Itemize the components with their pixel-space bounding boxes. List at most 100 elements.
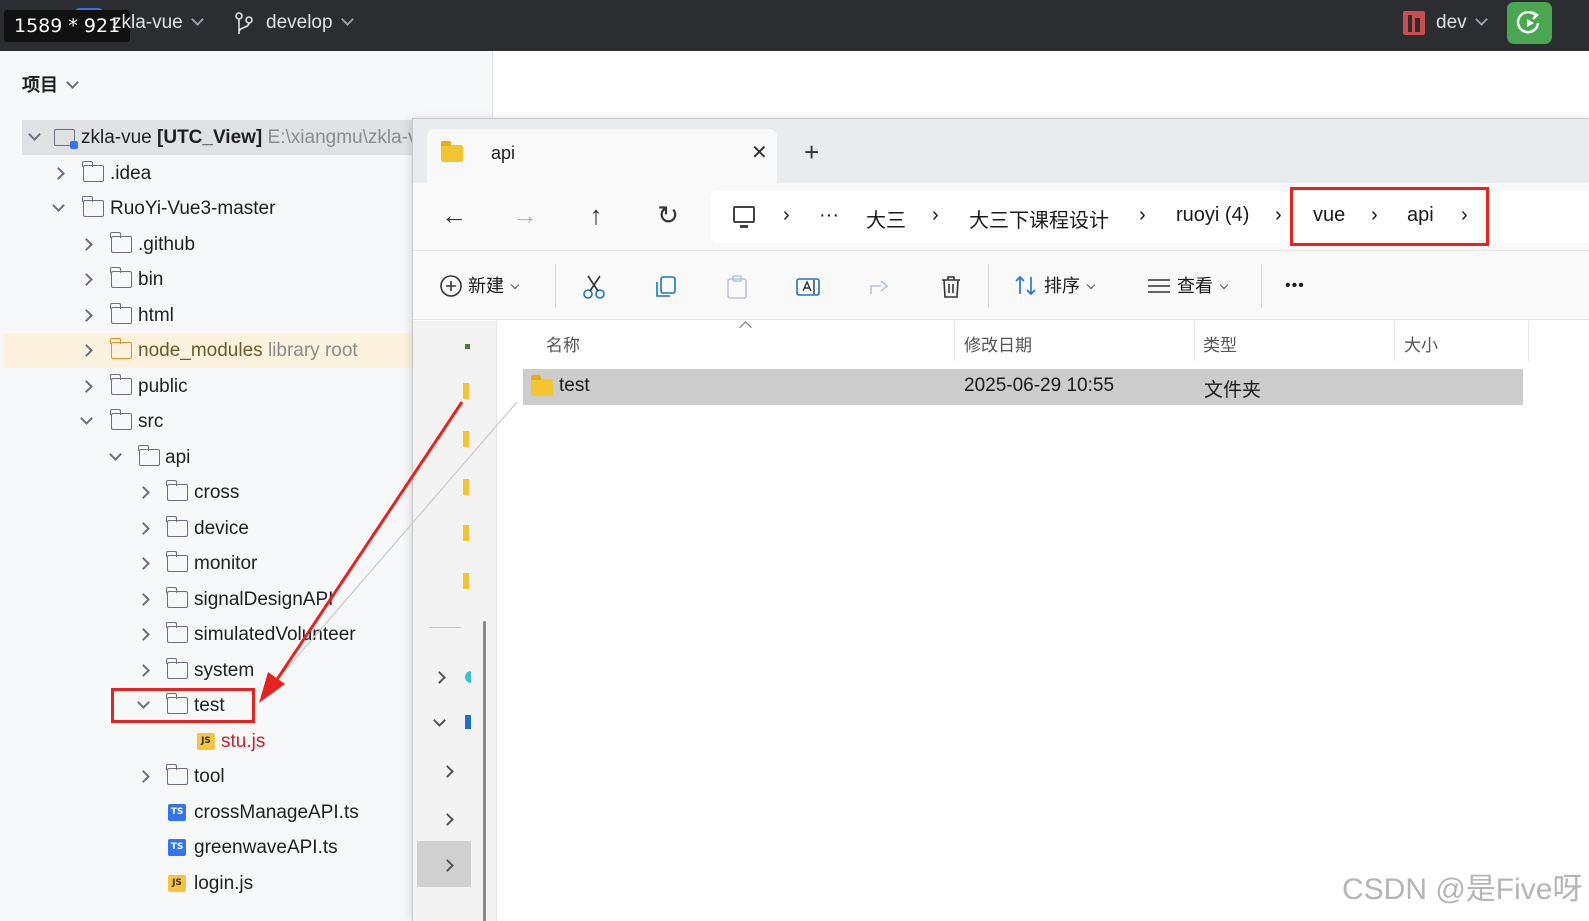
- chevron-down-icon[interactable]: [109, 448, 122, 461]
- tree-item-login-js[interactable]: JS login.js: [4, 866, 412, 901]
- more-options-button[interactable]: •••: [1285, 272, 1305, 300]
- paste-icon[interactable]: [724, 274, 750, 300]
- chevron-right-icon[interactable]: [80, 380, 93, 393]
- nav-folder-icon[interactable]: [463, 525, 469, 541]
- column-header-type[interactable]: 类型: [1203, 331, 1237, 356]
- nav-cloud-icon[interactable]: [465, 671, 471, 683]
- breadcrumb-item[interactable]: 大三下课程设计: [969, 204, 1109, 233]
- tree-item-cross[interactable]: cross: [4, 475, 412, 510]
- chevron-right-icon[interactable]: [137, 557, 150, 570]
- breadcrumb-item[interactable]: ruoyi (4): [1176, 204, 1249, 227]
- chevron-right-icon[interactable]: [80, 273, 93, 286]
- nav-pc-icon[interactable]: [465, 715, 471, 729]
- tree-item-tool[interactable]: tool: [4, 759, 412, 794]
- chevron-right-icon[interactable]: [137, 486, 150, 499]
- module-folder-icon: [54, 129, 78, 149]
- chevron-down-icon: [1219, 280, 1229, 290]
- column-divider[interactable]: [1194, 321, 1195, 361]
- project-panel-header[interactable]: 项目: [22, 71, 79, 97]
- nav-item-icon[interactable]: [465, 344, 470, 349]
- breadcrumb-separator[interactable]: ›: [1275, 204, 1282, 227]
- chevron-right-icon[interactable]: [137, 593, 150, 606]
- tree-item-crossmanageapi-ts[interactable]: TS crossManageAPI.ts: [4, 795, 412, 830]
- view-button[interactable]: 查看: [1146, 272, 1229, 300]
- nav-folder-icon[interactable]: [463, 431, 469, 447]
- tree-item-greenwaveapi-ts[interactable]: TS greenwaveAPI.ts: [4, 830, 412, 865]
- column-divider[interactable]: [1528, 321, 1529, 361]
- chevron-right-icon[interactable]: [80, 238, 93, 251]
- tree-item-github[interactable]: .github: [4, 227, 412, 262]
- sort-button[interactable]: 排序: [1013, 272, 1096, 300]
- chevron-right-icon[interactable]: [80, 344, 93, 357]
- chevron-right-icon[interactable]: [52, 167, 65, 180]
- project-selector[interactable]: zkla-vue: [112, 12, 204, 34]
- breadcrumb-separator[interactable]: ›: [783, 204, 790, 227]
- tree-item-public[interactable]: public: [4, 369, 412, 404]
- tree-item-label: login.js: [194, 873, 254, 894]
- nav-folder-icon[interactable]: [463, 479, 469, 495]
- nav-folder-icon[interactable]: [463, 383, 469, 399]
- branch-selector[interactable]: develop: [266, 12, 354, 34]
- tab-title: api: [491, 143, 516, 163]
- breadcrumb-overflow-button[interactable]: ···: [819, 204, 839, 227]
- breadcrumb-separator[interactable]: ›: [932, 204, 939, 227]
- folder-icon: [110, 267, 132, 288]
- tree-item-system[interactable]: system: [4, 653, 412, 688]
- share-icon[interactable]: [867, 274, 893, 300]
- breadcrumb-separator[interactable]: ›: [1139, 204, 1146, 227]
- chevron-right-icon[interactable]: [137, 628, 150, 641]
- run-config-selector[interactable]: dev: [1436, 12, 1488, 34]
- up-button[interactable]: ↑: [581, 197, 611, 233]
- nav-scrollbar[interactable]: [483, 621, 486, 921]
- tree-item-bin[interactable]: bin: [4, 262, 412, 297]
- nav-folder-icon[interactable]: [463, 573, 469, 589]
- refresh-button[interactable]: ↻: [653, 197, 683, 233]
- this-pc-icon[interactable]: [733, 206, 755, 228]
- tree-item-signaldesignapi[interactable]: signalDesignAPI: [4, 582, 412, 617]
- new-tab-button[interactable]: +: [804, 139, 819, 165]
- column-header-size[interactable]: 大小: [1404, 331, 1438, 356]
- tree-item-simulatedvolunteer[interactable]: simulatedVolunteer: [4, 617, 412, 652]
- tree-item-api[interactable]: api: [4, 440, 412, 475]
- file-row[interactable]: test 2025-06-29 10:55 文件夹: [523, 369, 1523, 405]
- chevron-down-icon[interactable]: [80, 412, 93, 425]
- copy-icon[interactable]: [653, 274, 679, 300]
- explorer-tab[interactable]: api ✕: [427, 129, 777, 183]
- column-header-modified[interactable]: 修改日期: [964, 331, 1032, 356]
- tree-item-ruoyi-vue3-master[interactable]: RuoYi-Vue3-master: [4, 191, 412, 226]
- tree-item-zkla-vue[interactable]: zkla-vue [UTC_View] E:\xiangmu\zkla-v: [22, 120, 422, 155]
- tree-item-label: greenwaveAPI.ts: [194, 837, 338, 858]
- forward-button[interactable]: →: [510, 197, 540, 233]
- delete-icon[interactable]: [938, 274, 964, 300]
- chevron-down-icon[interactable]: [52, 199, 65, 212]
- tree-item-device[interactable]: device: [4, 511, 412, 546]
- cut-icon[interactable]: [581, 274, 607, 300]
- chevron-right-icon[interactable]: [441, 765, 454, 778]
- tree-item-html[interactable]: html: [4, 298, 412, 333]
- back-button[interactable]: ←: [439, 197, 469, 233]
- column-header-name[interactable]: 名称: [546, 331, 580, 356]
- chevron-right-icon[interactable]: [137, 522, 150, 535]
- tree-item-node-modules[interactable]: node_modules library root: [4, 333, 412, 368]
- chevron-right-icon[interactable]: [80, 309, 93, 322]
- chevron-right-icon[interactable]: [441, 813, 454, 826]
- column-divider[interactable]: [954, 321, 955, 361]
- close-tab-button[interactable]: ✕: [751, 143, 768, 163]
- tree-item-stu-js[interactable]: JS stu.js: [4, 724, 412, 759]
- tree-item-monitor[interactable]: monitor: [4, 546, 412, 581]
- chevron-right-icon[interactable]: [433, 671, 446, 684]
- column-divider[interactable]: [1394, 321, 1395, 361]
- chevron-down-icon[interactable]: [433, 714, 446, 727]
- tree-item-idea[interactable]: .idea: [4, 156, 412, 191]
- tree-item-label: tool: [194, 766, 225, 787]
- chevron-right-icon[interactable]: [137, 770, 150, 783]
- file-list: 名称 修改日期 类型 大小 test 2025-06-29 10:55 文件夹: [498, 321, 1589, 921]
- tree-item-src[interactable]: src: [4, 404, 412, 439]
- chevron-right-icon[interactable]: [137, 664, 150, 677]
- chevron-down-icon[interactable]: [28, 128, 41, 141]
- run-button[interactable]: [1507, 2, 1552, 44]
- rename-icon[interactable]: [795, 274, 821, 300]
- tree-item-label: RuoYi-Vue3-master: [110, 198, 276, 219]
- breadcrumb-item[interactable]: 大三: [866, 204, 906, 233]
- new-button[interactable]: 新建: [439, 272, 520, 300]
